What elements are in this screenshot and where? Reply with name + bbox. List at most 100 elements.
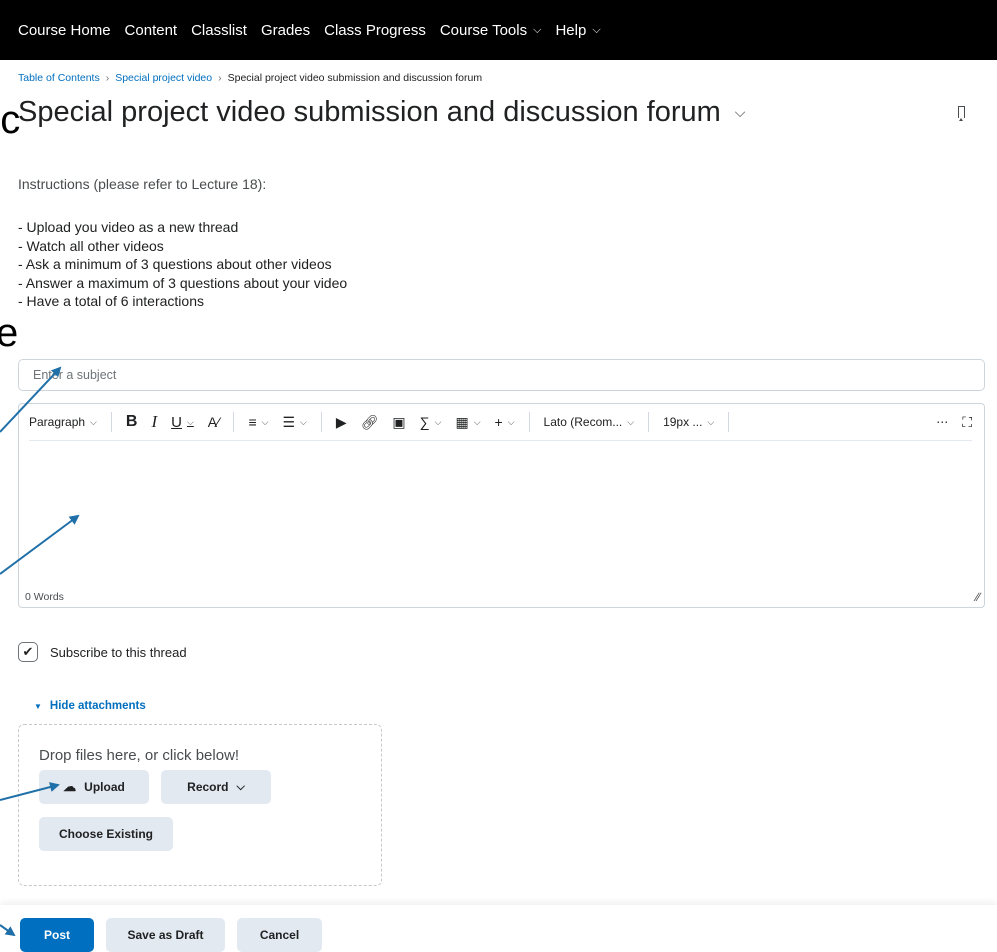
- chevron-down-icon: ⌵: [90, 416, 97, 427]
- chevron-down-icon: ⌵: [707, 416, 715, 427]
- editor-toolbar: Paragraph ⌵ B I U ⌵ A⁄ ≡ ⌵ ☰ ⌵ ▶ 🔗︎ ▣ ∑ ⌵ ▦ ⌵ …: [29, 404, 972, 441]
- breadcrumb-separator-icon: ›: [218, 72, 222, 84]
- record-button[interactable]: Record ⌵: [161, 770, 271, 804]
- toolbar-divider: [528, 412, 530, 432]
- font-size-label: 19px ...: [663, 415, 703, 429]
- upload-label: Upload: [84, 780, 125, 794]
- breadcrumb-separator-icon: ›: [105, 72, 110, 84]
- file-drop-zone[interactable]: Drop files here, or click below! ☁ Uploa…: [18, 724, 382, 886]
- more-options-icon[interactable]: ⋯: [936, 415, 948, 429]
- chevron-down-icon: ⌵: [300, 416, 307, 427]
- align-icon[interactable]: ≡ ⌵: [248, 414, 268, 430]
- nav-label: Content: [124, 21, 178, 39]
- page-title-text: Special project video submission and dis…: [18, 96, 721, 128]
- chevron-down-icon: ⌵: [186, 416, 194, 427]
- breadcrumb-current: Special project video submission and dis…: [227, 72, 483, 84]
- nav-classlist[interactable]: Classlist: [191, 22, 247, 39]
- chevron-down-icon[interactable]: ⌵: [735, 104, 746, 121]
- breadcrumb-table-of-contents[interactable]: Table of Contents: [18, 72, 100, 84]
- font-size-dropdown[interactable]: 19px ... ⌵: [663, 415, 714, 429]
- toolbar-divider: [110, 412, 112, 432]
- nav-label: Grades: [260, 21, 311, 39]
- text-color-icon[interactable]: A⁄: [208, 414, 220, 430]
- drop-zone-text: Drop files here, or click below!: [39, 747, 240, 764]
- upload-icon: ☁: [63, 779, 77, 794]
- fullscreen-icon[interactable]: ⛶: [962, 414, 972, 431]
- nav-label: Class Progress: [324, 21, 426, 39]
- chevron-down-icon: ⌵: [236, 780, 245, 793]
- bold-button[interactable]: B: [126, 413, 138, 431]
- nav-grades[interactable]: Grades: [261, 22, 310, 39]
- list-item: - Upload you video as a new thread: [18, 219, 239, 235]
- nav-course-tools[interactable]: Course Tools ⌵: [440, 22, 542, 39]
- nav-content[interactable]: Content: [125, 22, 178, 39]
- chevron-down-icon: ⌵: [533, 23, 542, 36]
- subscribe-checkbox[interactable]: ✔: [18, 642, 38, 662]
- chevron-down-icon: ⌵: [507, 416, 515, 427]
- subject-placeholder: Enter a subject: [33, 368, 117, 382]
- cancel-button[interactable]: Cancel: [237, 918, 322, 952]
- post-label: Post: [43, 928, 70, 942]
- chevron-down-icon: ⌵: [473, 416, 481, 427]
- list-item: - Have a total of 6 interactions: [18, 293, 204, 309]
- font-family-dropdown[interactable]: Lato (Recom... ⌵: [544, 415, 635, 429]
- nav-class-progress[interactable]: Class Progress: [324, 22, 426, 39]
- nav-help[interactable]: Help ⌵: [555, 22, 600, 39]
- toolbar-divider: [233, 412, 235, 432]
- record-label: Record: [187, 780, 229, 794]
- toolbar-divider: [320, 412, 322, 432]
- underline-label: U: [171, 413, 182, 431]
- instructions-list: - Upload you video as a new thread - Wat…: [18, 218, 347, 311]
- link-icon[interactable]: 🔗︎: [361, 414, 379, 431]
- italic-button[interactable]: I: [151, 412, 157, 432]
- table-icon[interactable]: ▦ ⌵: [455, 414, 480, 431]
- post-button[interactable]: Post: [20, 918, 94, 952]
- nav-label: Help: [555, 21, 587, 39]
- nav-course-home[interactable]: Course Home: [18, 22, 111, 39]
- nav-label: Course Tools: [439, 21, 528, 39]
- page-title[interactable]: Special project video submission and dis…: [18, 96, 745, 129]
- paragraph-label: Paragraph: [29, 415, 86, 429]
- equation-icon[interactable]: ∑ ⌵: [420, 414, 442, 430]
- upload-button[interactable]: ☁ Upload: [39, 770, 149, 804]
- instructions-heading: Instructions (please refer to Lecture 18…: [18, 176, 267, 192]
- toolbar-divider: [648, 412, 650, 432]
- chevron-down-icon: ⌵: [592, 23, 601, 36]
- breadcrumb-special-project-video[interactable]: Special project video: [115, 72, 212, 84]
- hide-attachments-toggle[interactable]: ▼ Hide attachments: [34, 700, 146, 712]
- subscribe-label: Subscribe to this thread: [50, 644, 187, 660]
- cancel-label: Cancel: [259, 928, 300, 942]
- bookmark-icon[interactable]: [958, 106, 965, 121]
- nav-label: Classlist: [191, 21, 247, 39]
- choose-existing-label: Choose Existing: [58, 827, 153, 841]
- top-navigation: Course Home Content Classlist Grades Cla…: [0, 0, 997, 60]
- checkmark-icon: ✔: [22, 644, 34, 659]
- rich-text-editor[interactable]: Paragraph ⌵ B I U ⌵ A⁄ ≡ ⌵ ☰ ⌵ ▶ 🔗︎ ▣ ∑ ⌵ ▦ ⌵ …: [18, 403, 985, 608]
- image-icon[interactable]: ▣: [392, 414, 405, 431]
- overlay-partial-text: e: [0, 311, 19, 355]
- toolbar-divider: [728, 412, 730, 432]
- action-bar: Post Save as Draft Cancel: [0, 905, 997, 952]
- hide-attachments-label: Hide attachments: [49, 700, 146, 712]
- subject-input[interactable]: Enter a subject: [18, 359, 985, 391]
- list-item: - Ask a minimum of 3 questions about oth…: [18, 256, 332, 272]
- choose-existing-button[interactable]: Choose Existing: [39, 817, 173, 851]
- list-item: - Watch all other videos: [18, 237, 164, 254]
- save-as-draft-button[interactable]: Save as Draft: [106, 918, 225, 952]
- nav-label: Course Home: [18, 21, 111, 39]
- underline-button[interactable]: U ⌵: [171, 414, 194, 431]
- chevron-down-icon: ⌵: [434, 416, 442, 427]
- font-family-label: Lato (Recom...: [543, 415, 623, 429]
- paragraph-format-dropdown[interactable]: Paragraph ⌵: [29, 415, 97, 429]
- resize-handle-icon[interactable]: ∕∕: [976, 590, 980, 604]
- insert-stuff-icon[interactable]: ▶: [336, 414, 347, 431]
- list-item: - Answer a maximum of 3 questions about …: [18, 274, 348, 291]
- subscribe-checkbox-row[interactable]: ✔ Subscribe to this thread: [18, 642, 187, 662]
- word-count: 0 Words: [25, 591, 64, 603]
- chevron-down-icon: ⌵: [261, 416, 269, 427]
- editor-content-area[interactable]: [19, 441, 984, 581]
- chevron-down-icon: ⌵: [627, 416, 635, 427]
- list-icon[interactable]: ☰ ⌵: [282, 414, 306, 431]
- add-icon[interactable]: + ⌵: [495, 414, 515, 430]
- triangle-down-icon: ▼: [34, 701, 42, 711]
